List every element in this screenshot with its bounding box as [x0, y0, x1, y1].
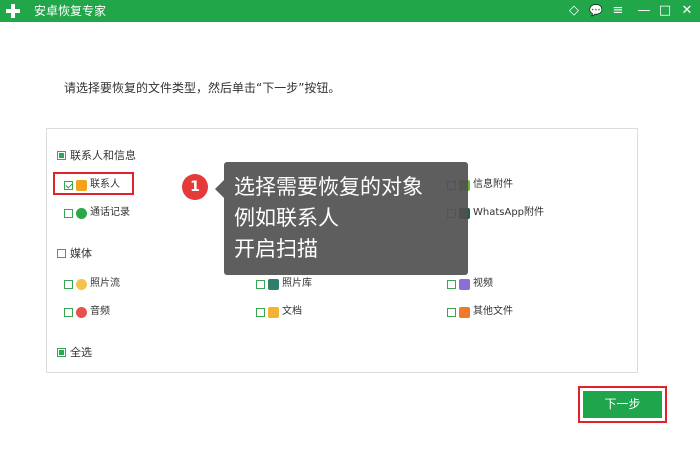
maximize-icon[interactable]: □ — [656, 2, 674, 20]
audio-icon — [76, 306, 87, 318]
phone-icon — [76, 207, 87, 219]
minimize-icon[interactable]: — — [635, 2, 653, 20]
next-step-button[interactable]: 下一步 — [583, 391, 662, 418]
audio-checkbox[interactable] — [64, 307, 73, 317]
group-media[interactable]: 媒体 — [57, 245, 92, 261]
app-logo-plus-icon — [5, 3, 21, 19]
item-call-log[interactable]: 通话记录 — [64, 206, 130, 220]
callout-line-1: 选择需要恢复的对象 — [234, 175, 423, 199]
step-number-badge: 1 — [182, 174, 208, 200]
select-all-checkbox[interactable] — [57, 347, 66, 357]
folder-icon — [268, 306, 279, 318]
contacts-highlight-box — [53, 172, 134, 195]
select-all-label: 全选 — [70, 346, 92, 359]
item-photo-stream[interactable]: 照片流 — [64, 277, 120, 291]
item-label: 视频 — [473, 278, 493, 289]
item-other-files[interactable]: 其他文件 — [447, 305, 513, 319]
video-icon — [459, 278, 470, 290]
photo-library-icon — [268, 278, 279, 290]
group-label: 联系人和信息 — [70, 149, 136, 162]
photo-library-checkbox[interactable] — [256, 279, 265, 289]
other-files-checkbox[interactable] — [447, 307, 456, 317]
group-checkbox[interactable] — [57, 150, 66, 160]
group-contacts-messages[interactable]: 联系人和信息 — [57, 147, 136, 163]
documents-checkbox[interactable] — [256, 307, 265, 317]
item-label: 文档 — [282, 306, 302, 317]
item-label: WhatsApp附件 — [473, 207, 545, 218]
item-audio[interactable]: 音频 — [64, 305, 110, 319]
callout-line-2: 例如联系人 — [234, 206, 339, 230]
diamond-icon[interactable]: ◇ — [565, 2, 583, 20]
call-log-checkbox[interactable] — [64, 208, 73, 218]
photo-stream-checkbox[interactable] — [64, 279, 73, 289]
item-label: 照片流 — [90, 278, 120, 289]
title-bar: 安卓恢复专家 ◇ 💬 ≡ — □ ✕ — [0, 0, 700, 22]
group-checkbox[interactable] — [57, 248, 66, 258]
item-label: 通话记录 — [90, 207, 130, 218]
close-icon[interactable]: ✕ — [678, 2, 696, 20]
chat-icon[interactable]: 💬 — [587, 2, 605, 20]
item-label: 信息附件 — [473, 179, 513, 190]
item-label: 其他文件 — [473, 306, 513, 317]
item-video[interactable]: 视频 — [447, 277, 493, 291]
video-checkbox[interactable] — [447, 279, 456, 289]
item-label: 音频 — [90, 306, 110, 317]
instruction-text: 请选择要恢复的文件类型，然后单击“下一步”按钮。 — [64, 81, 341, 95]
tutorial-callout: 选择需要恢复的对象 例如联系人 开启扫描 — [215, 162, 468, 275]
item-documents[interactable]: 文档 — [256, 305, 302, 319]
menu-icon[interactable]: ≡ — [609, 2, 627, 20]
photo-stream-icon — [76, 278, 87, 290]
select-all[interactable]: 全选 — [57, 344, 92, 360]
item-label: 照片库 — [282, 278, 312, 289]
group-label: 媒体 — [70, 247, 92, 260]
callout-line-3: 开启扫描 — [234, 237, 318, 261]
file-icon — [459, 306, 470, 318]
item-photo-library[interactable]: 照片库 — [256, 277, 312, 291]
app-title: 安卓恢复专家 — [34, 4, 107, 18]
